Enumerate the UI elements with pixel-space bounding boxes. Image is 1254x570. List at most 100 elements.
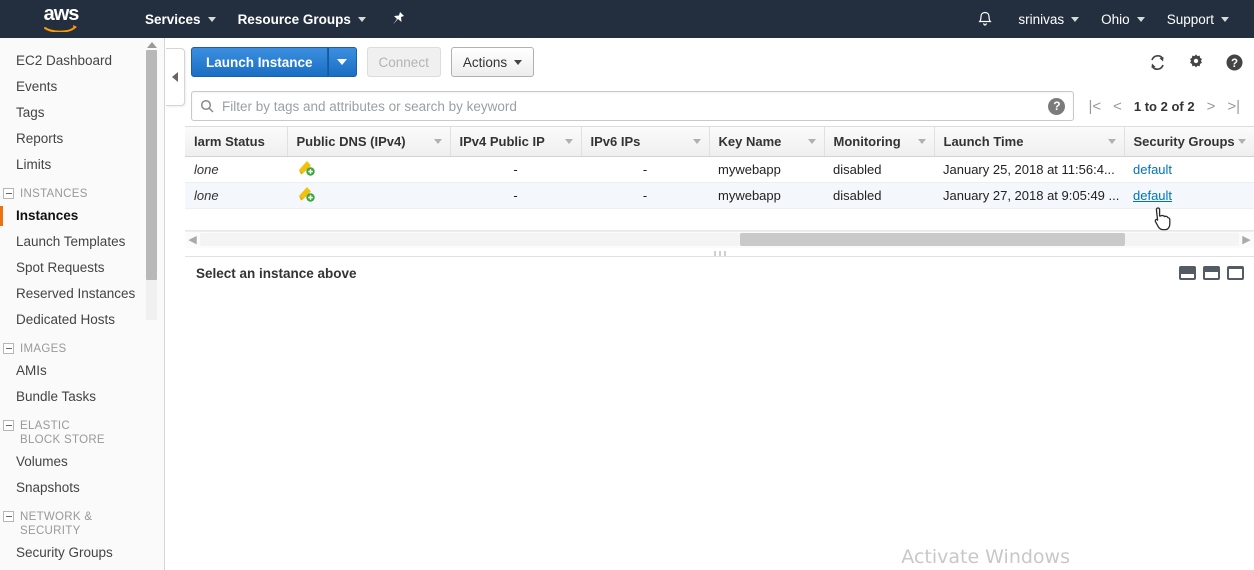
sort-caret-icon[interactable] [564,139,573,144]
pin-icon[interactable] [391,11,405,27]
collapse-minus-icon[interactable] [3,511,14,522]
security-group-link[interactable]: default [1133,162,1172,177]
nav-resource-groups-label: Resource Groups [237,11,351,27]
panel-resize-grip[interactable] [185,248,1254,256]
help-icon[interactable]: ? [1225,53,1244,72]
instances-table-wrapper: larm Status Public DNS (IPv4) IPv4 Publi… [185,126,1254,256]
horizontal-scroll-track[interactable] [200,233,1239,246]
pagination-count-label: 1 to 2 of 2 [1133,98,1195,114]
sidebar-item-spot-requests[interactable]: Spot Requests [0,255,164,281]
launch-instance-dropdown-button[interactable] [327,47,357,77]
cell-monitoring: disabled [824,156,934,183]
launch-instance-button[interactable]: Launch Instance [191,47,328,77]
collapse-minus-icon[interactable] [3,420,14,431]
sidebar-item-limits[interactable]: Limits [0,152,164,178]
nav-support-label: Support [1166,11,1214,27]
column-header-security-groups[interactable]: Security Groups [1124,127,1254,157]
sidebar-section-instances: INSTANCES [0,178,164,203]
pagination-next-button[interactable]: > [1207,99,1216,114]
sort-caret-icon[interactable] [1237,139,1246,144]
column-label: Security Groups [1133,133,1235,149]
cell-ipv4-public-ip: - [450,182,581,209]
column-header-ipv4-public-ip[interactable]: IPv4 Public IP [450,127,582,157]
refresh-icon[interactable] [1148,53,1167,72]
nav-account-srinivas[interactable]: srinivas [1007,0,1090,38]
column-header-ipv6-ips[interactable]: IPv6 IPs [581,127,710,157]
sidebar-collapse-toggle[interactable] [166,48,185,106]
sidebar-item-dedicated-hosts[interactable]: Dedicated Hosts [0,307,164,333]
gear-icon[interactable] [1187,53,1205,71]
search-filter-box[interactable]: ? [191,91,1075,121]
cell-ipv6-ips: - [581,156,709,183]
column-label: Public DNS (IPv4) [296,133,406,149]
panel-layout-medium-icon[interactable] [1203,266,1220,280]
column-header-public-dns[interactable]: Public DNS (IPv4) [287,127,451,157]
panel-layout-small-icon[interactable] [1179,266,1196,280]
column-label: larm Status [194,133,265,149]
aws-logo[interactable]: aws [30,4,92,32]
table-row[interactable]: lone - - mywebapp disabled [185,182,1254,209]
pagination-controls: |< < 1 to 2 of 2 > >| [1074,99,1246,114]
pagination-last-button[interactable]: >| [1227,99,1240,114]
security-group-link[interactable]: default [1133,188,1172,203]
filter-help-icon[interactable]: ? [1048,97,1066,115]
sort-caret-icon[interactable] [807,139,816,144]
sort-caret-icon[interactable] [917,139,926,144]
sidebar-item-events[interactable]: Events [0,74,164,100]
top-nav-right-group: srinivas Ohio Support [963,0,1254,38]
sidebar-item-tags[interactable]: Tags [0,100,164,126]
nav-services[interactable]: Services [134,0,227,38]
scroll-right-arrow-icon[interactable]: ▶ [1239,233,1254,246]
column-header-launch-time[interactable]: Launch Time [934,127,1125,157]
column-header-monitoring[interactable]: Monitoring [824,127,935,157]
sidebar-item-volumes[interactable]: Volumes [0,449,164,475]
sidebar-item-amis[interactable]: AMIs [0,358,164,384]
sidebar-item-snapshots[interactable]: Snapshots [0,475,164,501]
activate-windows-watermark: Activate Windows [901,546,1070,568]
sort-caret-icon[interactable] [1107,139,1116,144]
nav-support[interactable]: Support [1156,0,1240,38]
horizontal-scroll-thumb[interactable] [740,233,1125,246]
scroll-left-arrow-icon[interactable]: ◀ [185,233,200,246]
nav-resource-groups[interactable]: Resource Groups [227,0,377,38]
pagination-first-button[interactable]: |< [1088,99,1101,114]
sidebar-item-reserved-instances[interactable]: Reserved Instances [0,281,164,307]
column-header-key-name[interactable]: Key Name [709,127,825,157]
aws-smile-icon [44,24,77,32]
cell-key-name: mywebapp [709,182,824,209]
sidebar-item-instances[interactable]: Instances [0,203,164,229]
sidebar-item-bundle-tasks[interactable]: Bundle Tasks [0,384,164,410]
sidebar-scroll-track[interactable] [146,50,157,320]
sidebar-scrollbar[interactable] [146,42,157,562]
cell-alarm-status: lone [185,156,287,183]
sidebar-section-elastic-block-store: ELASTIC BLOCK STORE [0,410,164,449]
nav-account-label: srinivas [1018,11,1065,27]
actions-button[interactable]: Actions [450,47,535,77]
search-input[interactable] [222,98,1041,114]
nav-region-ohio[interactable]: Ohio [1090,0,1156,38]
sidebar-item-ec2-dashboard[interactable]: EC2 Dashboard [0,48,164,74]
sidebar-scroll-thumb[interactable] [146,50,157,280]
chevron-down-icon [514,59,523,65]
table-horizontal-scrollbar[interactable]: ◀ ▶ [185,230,1254,248]
sidebar-item-reports[interactable]: Reports [0,126,164,152]
panel-layout-large-icon[interactable] [1227,266,1244,280]
sort-caret-icon[interactable] [433,139,442,144]
table-row[interactable]: lone - - mywebapp disabled [185,156,1254,183]
sort-caret-icon[interactable] [692,139,701,144]
sidebar-section-images: IMAGES [0,333,164,358]
sidebar-item-security-groups[interactable]: Security Groups [0,540,164,566]
collapse-minus-icon[interactable] [3,343,14,354]
scroll-up-arrow-icon[interactable] [146,42,157,48]
chevron-down-icon [1136,16,1145,22]
sidebar-item-launch-templates[interactable]: Launch Templates [0,229,164,255]
cell-public-dns [287,156,450,183]
create-alarm-bell-icon[interactable] [296,160,316,176]
column-header-alarm-status[interactable]: larm Status [185,127,288,157]
pagination-prev-button[interactable]: < [1113,99,1122,114]
connect-button: Connect [366,47,441,77]
sidebar-navigation: EC2 Dashboard Events Tags Reports Limits… [0,38,165,570]
notifications-bell-icon[interactable] [963,11,1007,28]
collapse-minus-icon[interactable] [3,188,14,199]
create-alarm-bell-icon[interactable] [296,186,316,202]
